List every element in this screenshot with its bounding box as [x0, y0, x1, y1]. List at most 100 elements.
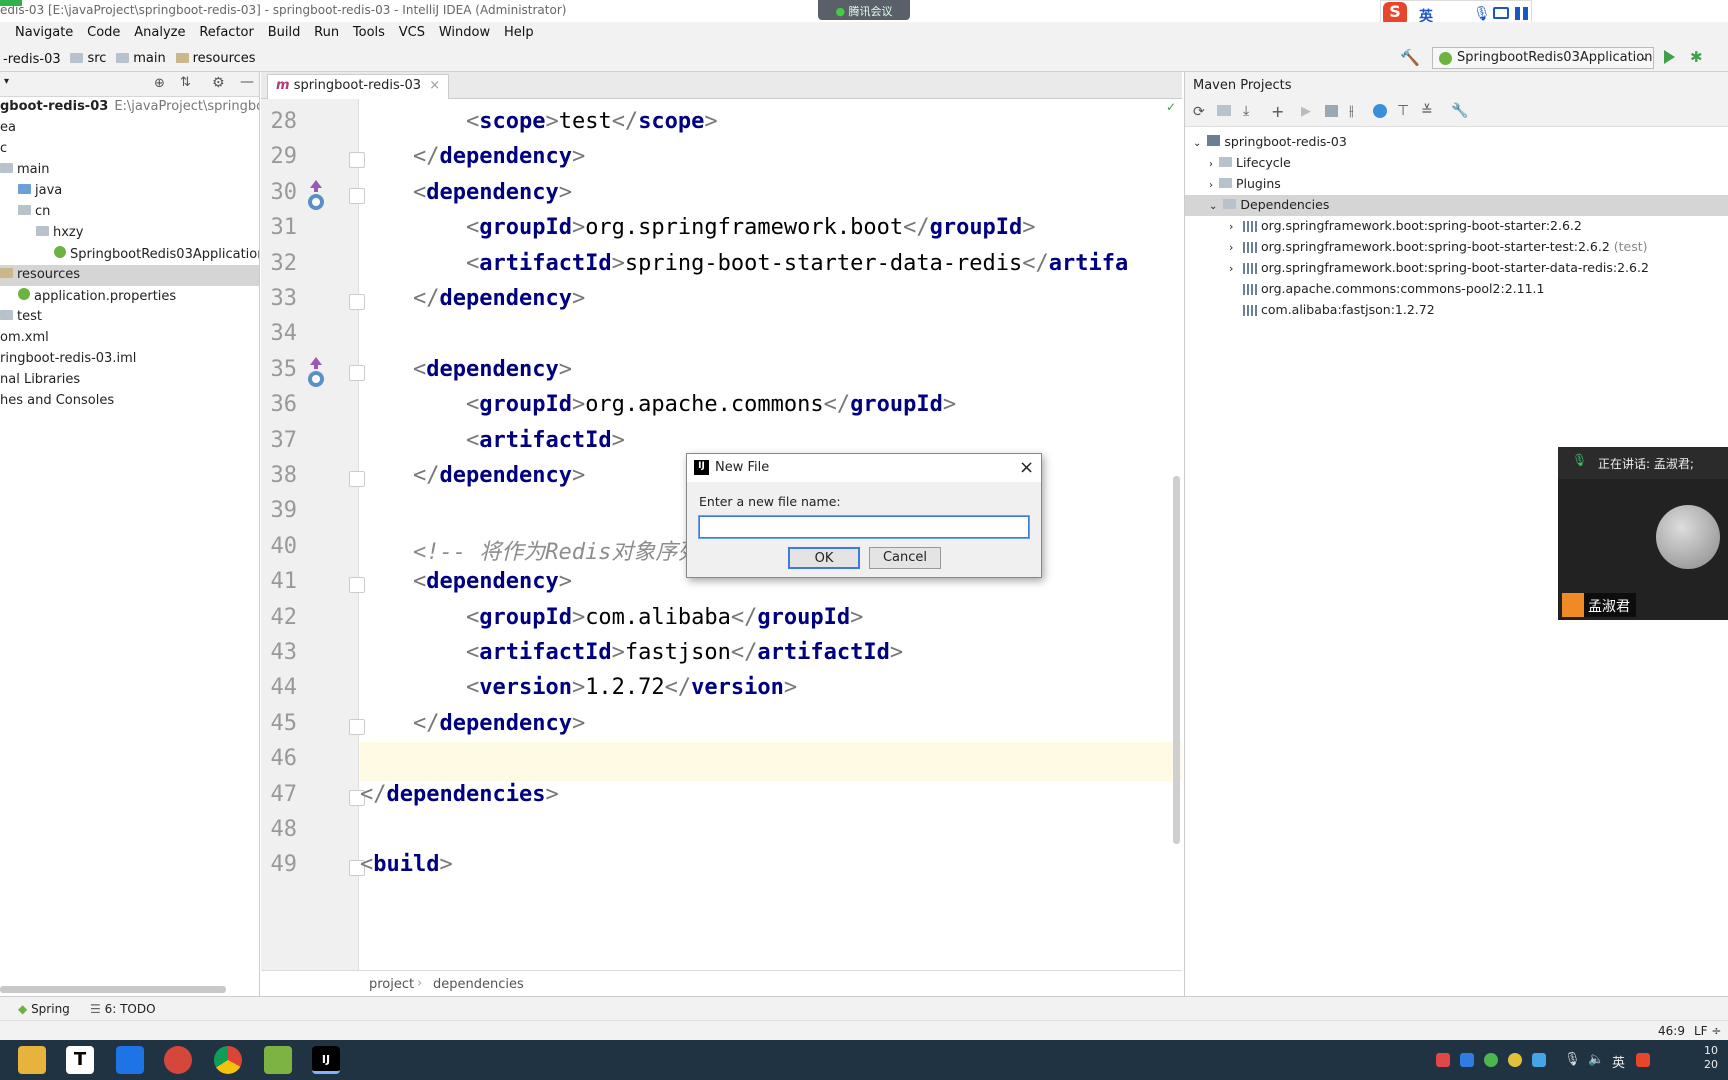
maven-node-lifecycle[interactable]: › Lifecycle — [1185, 153, 1728, 174]
ime-toolbar[interactable]: S 英 🎙 — [1380, 0, 1532, 22]
meeting-app-icon[interactable] — [116, 1046, 144, 1074]
tree-item[interactable]: hxzy — [0, 223, 259, 244]
editor-crumb-dependencies[interactable]: dependencies — [433, 977, 524, 992]
maven-goal-icon[interactable] — [1325, 105, 1338, 117]
refresh-icon[interactable]: ⟳ — [1193, 104, 1205, 120]
menu-item-vcs[interactable]: VCS — [394, 22, 430, 43]
menu-item-navigate[interactable]: Navigate — [10, 22, 78, 43]
collapse-all-icon[interactable]: ⇅ — [180, 75, 191, 90]
dependency-gutter-icon[interactable] — [306, 178, 326, 212]
caret-position[interactable]: 46:9 — [1658, 1024, 1685, 1038]
tree-item[interactable]: gboot-redis-03 E:\javaProject\springboot-… — [0, 97, 259, 118]
dropdown-arrow-icon[interactable]: ▾ — [4, 76, 9, 87]
menu-item-run[interactable]: Run — [309, 22, 344, 43]
maven-dependency[interactable]: org.apache.commons:commons-pool2:2.11.1 — [1185, 279, 1728, 300]
maven-dependency[interactable]: › org.springframework.boot:spring-boot-st… — [1185, 237, 1728, 258]
todo-tool-button[interactable]: ☰ 6: TODO — [90, 1002, 156, 1016]
locate-icon[interactable]: ⊕ — [154, 76, 165, 91]
maven-dependency[interactable]: › org.springframework.boot:spring-boot-st… — [1185, 258, 1728, 279]
tree-item[interactable]: java — [0, 181, 259, 202]
build-hammer-icon[interactable]: 🔨 — [1400, 48, 1420, 67]
chrome-icon[interactable] — [214, 1046, 242, 1074]
tray-mic-icon[interactable]: 🎙 — [1564, 1052, 1581, 1067]
menu-item-analyze[interactable]: Analyze — [129, 22, 190, 43]
intellij-taskbar-icon[interactable]: IJ — [312, 1046, 340, 1074]
tree-item[interactable]: main — [0, 160, 259, 181]
snail-app-icon[interactable] — [164, 1046, 192, 1074]
mic-icon[interactable]: 🎙 — [1473, 6, 1491, 22]
line-separator[interactable]: LF ÷ — [1694, 1024, 1721, 1038]
download-icon[interactable]: ⤓ — [1243, 103, 1249, 119]
tray-red-icon[interactable] — [1436, 1053, 1450, 1067]
keyboard-icon[interactable] — [1493, 7, 1509, 19]
breadcrumb-project[interactable]: -redis-03 — [0, 46, 64, 74]
run-icon[interactable] — [1664, 50, 1675, 64]
meeting-badge[interactable]: ● 腾讯会议 — [818, 0, 910, 20]
menu-item-help[interactable]: Help — [499, 22, 539, 43]
toggle-offline-icon[interactable]: ⫲ — [1349, 103, 1354, 119]
tree-item[interactable]: ringboot-redis-03.iml — [0, 349, 259, 370]
tray-lang[interactable]: 英 — [1612, 1052, 1625, 1071]
tree-item[interactable]: application.properties — [0, 286, 259, 307]
wrench-icon[interactable]: 🔧 — [1451, 103, 1468, 119]
tree-item[interactable]: test — [0, 307, 259, 328]
cancel-button[interactable]: Cancel — [869, 547, 941, 569]
green-app-icon[interactable] — [264, 1046, 292, 1074]
menu-item-code[interactable]: Code — [82, 22, 125, 43]
horizontal-scrollbar[interactable] — [0, 986, 226, 993]
clock[interactable]: 10 20 — [1704, 1044, 1718, 1072]
run-maven-icon[interactable]: ▶ — [1301, 104, 1311, 119]
breadcrumb-resources[interactable]: resources — [173, 44, 259, 72]
typora-icon[interactable]: T — [66, 1046, 94, 1074]
tree-item[interactable]: cn — [0, 202, 259, 223]
tray-shield-icon[interactable] — [1532, 1053, 1546, 1067]
spring-tool-button[interactable]: ◆ Spring — [18, 1002, 70, 1016]
maven-root[interactable]: ⌄ springboot-redis-03 — [1185, 132, 1728, 153]
editor-crumb-project[interactable]: project — [369, 977, 414, 992]
tree-item[interactable]: resources — [0, 265, 259, 286]
show-dependencies-icon[interactable]: ⊤ — [1397, 103, 1409, 119]
tray-yellow-icon[interactable] — [1508, 1053, 1522, 1067]
tray-green-icon[interactable] — [1484, 1053, 1498, 1067]
editor-tab[interactable]: m springboot-redis-03 × — [267, 74, 450, 99]
tree-item[interactable]: c — [0, 139, 259, 160]
file-name-input[interactable] — [698, 515, 1030, 539]
tree-item[interactable]: hes and Consoles — [0, 391, 259, 412]
tree-item[interactable]: nal Libraries — [0, 370, 259, 391]
close-icon[interactable]: × — [429, 78, 440, 93]
tree-item[interactable]: om.xml — [0, 328, 259, 349]
tree-item[interactable]: SpringbootRedis03Applicatior — [0, 244, 259, 265]
ime-lang[interactable]: 英 — [1419, 6, 1433, 22]
import-folder-icon[interactable] — [1217, 105, 1231, 116]
tray-blue-icon[interactable] — [1460, 1053, 1474, 1067]
close-icon[interactable]: × — [1019, 457, 1034, 478]
skip-tests-icon[interactable] — [1373, 104, 1387, 118]
menu-item-build[interactable]: Build — [263, 22, 306, 43]
grid-icon[interactable] — [1515, 7, 1528, 20]
gear-icon[interactable]: ⚙ — [212, 75, 225, 91]
minimize-icon[interactable]: — — [240, 74, 254, 90]
ok-button[interactable]: OK — [788, 547, 860, 569]
file-explorer-icon[interactable] — [18, 1046, 46, 1074]
menu-item-window[interactable]: Window — [434, 22, 495, 43]
breadcrumb-main[interactable]: main — [113, 44, 168, 72]
debug-icon[interactable]: ✱ — [1690, 48, 1703, 66]
meeting-video-window[interactable]: 🎙 正在讲话: 孟淑君; 孟淑君 — [1558, 447, 1728, 620]
run-configuration-select[interactable]: SpringbootRedis03Application ⌄ — [1432, 47, 1654, 69]
breadcrumb-src[interactable]: src — [67, 44, 109, 72]
volume-icon[interactable]: 🔈 — [1588, 1052, 1604, 1067]
tray-sogou-icon[interactable] — [1636, 1053, 1650, 1067]
add-icon[interactable]: + — [1271, 102, 1284, 121]
code-token: </ — [360, 144, 440, 170]
maven-dependency[interactable]: › org.springframework.boot:spring-boot-st… — [1185, 216, 1728, 237]
code-token: > — [611, 250, 625, 276]
tree-item[interactable]: ea — [0, 118, 259, 139]
maven-node-dependencies[interactable]: ⌄ Dependencies — [1185, 195, 1728, 216]
dependency-gutter-icon[interactable] — [306, 355, 326, 389]
collapse-icon[interactable]: ≚ — [1421, 103, 1433, 119]
menu-item-refactor[interactable]: Refactor — [194, 22, 259, 43]
maven-node-plugins[interactable]: › Plugins — [1185, 174, 1728, 195]
vertical-scrollbar[interactable] — [1173, 476, 1180, 844]
maven-dependency[interactable]: com.alibaba:fastjson:1.2.72 — [1185, 300, 1728, 321]
menu-item-tools[interactable]: Tools — [348, 22, 390, 43]
